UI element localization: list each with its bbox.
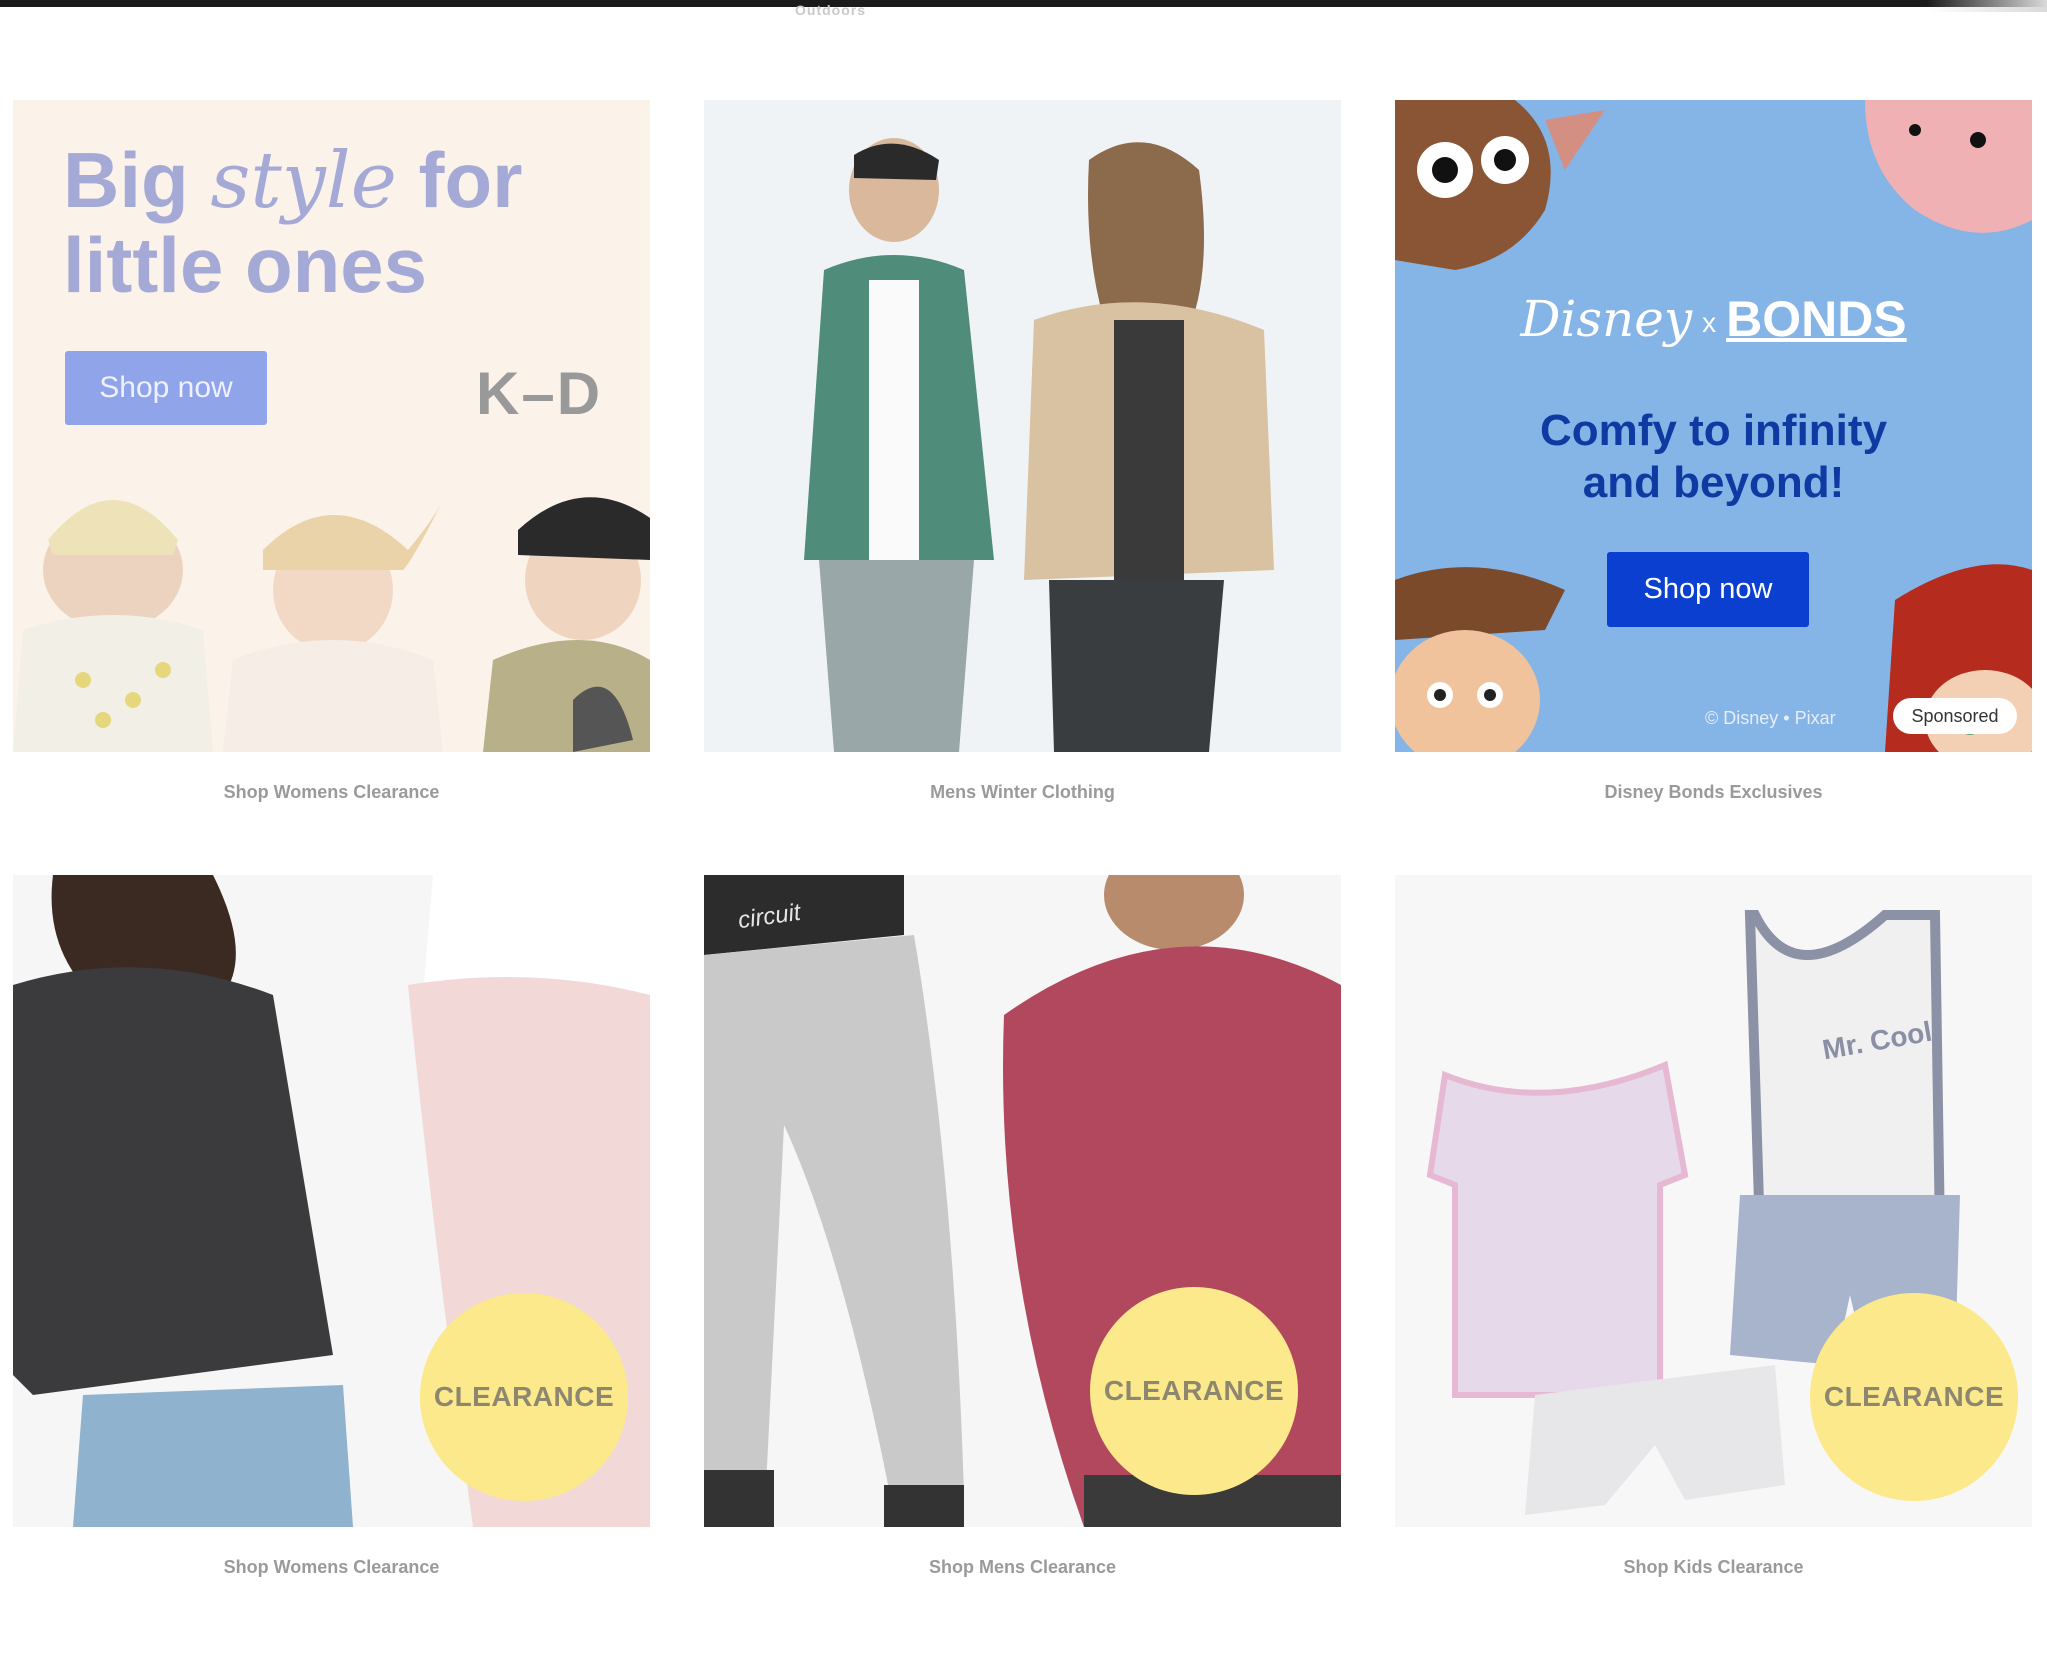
top-bar-fade bbox=[1927, 0, 2047, 12]
header-ghost-text: Outdoors bbox=[795, 2, 866, 18]
bonds-logo-text: BONDS bbox=[1726, 291, 1907, 347]
kd-headline-script: style bbox=[210, 136, 397, 226]
bonds-tagline-line1: Comfy to infinity bbox=[1539, 406, 1888, 455]
bonds-shop-now-button[interactable]: Shop now bbox=[1607, 552, 1809, 627]
caption-kids-clearance[interactable]: Shop Kids Clearance bbox=[1395, 1557, 2032, 1578]
promo-tile-kids-kd[interactable]: Big style for little ones Shop now K–D bbox=[13, 100, 650, 752]
promo-tile-kids-clearance[interactable]: Mr. Cool CLEARANCE bbox=[1395, 875, 2032, 1527]
clearance-badge-mens: CLEARANCE bbox=[1090, 1287, 1298, 1495]
clearance-badge-kids: CLEARANCE bbox=[1810, 1293, 2018, 1501]
promo-tile-mens-winter[interactable] bbox=[704, 100, 1341, 752]
caption-womens-clearance-bottom[interactable]: Shop Womens Clearance bbox=[13, 1557, 650, 1578]
bonds-tagline: Comfy to infinity and beyond! bbox=[1395, 405, 2032, 509]
bonds-tagline-line2: and beyond! bbox=[1582, 458, 1845, 507]
kd-shop-now-button[interactable]: Shop now bbox=[65, 351, 267, 425]
kd-headline-line2: little ones bbox=[63, 221, 428, 309]
caption-mens-clearance[interactable]: Shop Mens Clearance bbox=[704, 1557, 1341, 1578]
disney-logo-text: Disney bbox=[1520, 290, 1693, 348]
promo-tile-disney-bonds[interactable]: Disney x BONDS Comfy to infinity and beyon… bbox=[1395, 100, 2032, 752]
caption-womens-clearance-top[interactable]: Shop Womens Clearance bbox=[13, 782, 650, 803]
disney-bonds-logo: Disney x BONDS bbox=[1395, 290, 2032, 348]
kd-headline-part2: for bbox=[418, 136, 523, 224]
sponsored-badge: Sponsored bbox=[1893, 698, 2017, 734]
caption-mens-winter[interactable]: Mens Winter Clothing bbox=[704, 782, 1341, 803]
kd-headline-part1: Big bbox=[63, 136, 189, 224]
promo-tile-womens-clearance[interactable]: CLEARANCE bbox=[13, 875, 650, 1527]
clearance-badge-womens: CLEARANCE bbox=[420, 1293, 628, 1501]
promo-tile-mens-clearance[interactable]: circuit CLEARANCE bbox=[704, 875, 1341, 1527]
mens-winter-photo-illustration bbox=[804, 138, 1274, 752]
top-bar bbox=[0, 0, 2047, 7]
kd-headline: Big style for little ones bbox=[63, 138, 523, 307]
brand-separator: x bbox=[1702, 306, 1717, 338]
kd-logo: K–D bbox=[476, 360, 603, 427]
disney-pixar-copyright: © Disney • Pixar bbox=[1705, 708, 1836, 728]
caption-disney-bonds[interactable]: Disney Bonds Exclusives bbox=[1395, 782, 2032, 803]
